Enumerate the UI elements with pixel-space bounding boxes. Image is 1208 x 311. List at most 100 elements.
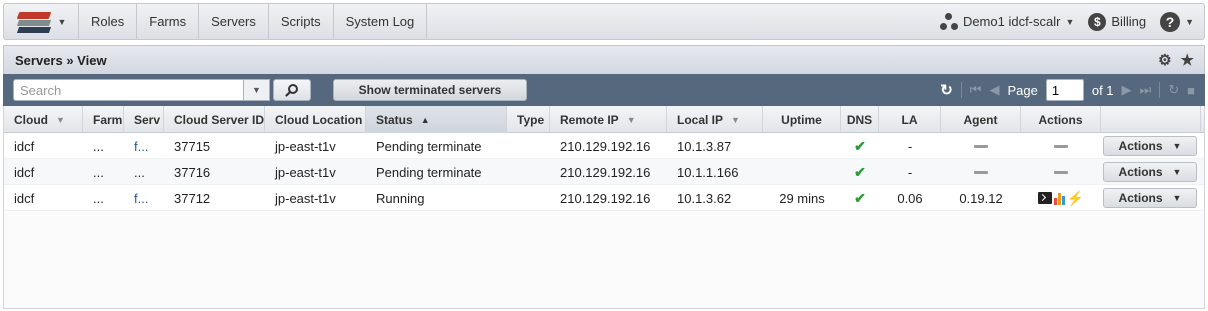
account-name: Demo1 idcf-scalr xyxy=(962,14,1061,29)
actions-button[interactable]: Actions ▼ xyxy=(1103,188,1197,208)
statistics-icon[interactable] xyxy=(1053,192,1065,205)
prev-page-icon[interactable]: ◀ xyxy=(989,82,999,98)
page-count: of 1 xyxy=(1091,82,1114,98)
search-button[interactable] xyxy=(273,79,311,101)
column-header-status[interactable]: Status ▲ xyxy=(366,106,507,133)
column-label: Status xyxy=(376,112,413,127)
cell-farm: ... xyxy=(93,138,104,154)
chevron-down-icon: ▼ xyxy=(1172,193,1182,203)
column-header-uptime[interactable]: Uptime xyxy=(763,106,841,133)
show-terminated-servers-button[interactable]: Show terminated servers xyxy=(333,79,527,101)
stop-icon[interactable]: ■ xyxy=(1187,83,1195,98)
cell-agent: 0.19.12 xyxy=(959,190,1003,206)
terminal-icon[interactable] xyxy=(1037,192,1052,204)
table-row[interactable]: idcf ... f... 37715 jp-east-t1v Pending … xyxy=(4,133,1204,159)
column-header-cloud[interactable]: Cloud ▼ xyxy=(4,106,83,133)
search-input[interactable] xyxy=(13,79,243,101)
main-menu-button[interactable]: ▼ xyxy=(4,4,79,39)
billing-link[interactable]: $ Billing xyxy=(1088,12,1147,31)
actions-button[interactable]: Actions ▼ xyxy=(1103,136,1197,156)
column-header-agent[interactable]: Agent xyxy=(941,106,1021,133)
table-row[interactable]: idcf ... ... 37716 jp-east-t1v Pending t… xyxy=(4,159,1204,185)
nav-item-farms[interactable]: Farms xyxy=(137,4,200,39)
page-number-input[interactable] xyxy=(1045,79,1084,101)
cell-cloud-location: jp-east-t1v xyxy=(275,164,336,180)
column-header-cloud-server-id[interactable]: Cloud Server ID xyxy=(164,106,265,133)
nav-item-system-log[interactable]: System Log xyxy=(334,4,428,39)
first-page-icon[interactable]: ⏮ xyxy=(970,82,982,98)
top-nav-bar: ▼ Roles Farms Servers Scripts System Log… xyxy=(3,3,1205,40)
column-header-type[interactable]: Type xyxy=(507,106,550,133)
cell-status: Pending terminate xyxy=(376,164,482,180)
cell-server[interactable]: f... xyxy=(124,185,164,211)
search-options-dropdown[interactable]: ▼ xyxy=(243,79,270,101)
cell-type xyxy=(507,185,550,211)
actions-button[interactable]: Actions ▼ xyxy=(1103,162,1197,182)
next-page-icon[interactable]: ▶ xyxy=(1122,82,1132,98)
nav-item-servers[interactable]: Servers xyxy=(199,4,269,39)
column-label: Cloud xyxy=(14,112,48,127)
cell-local-ip: 10.1.3.62 xyxy=(677,190,732,206)
gear-icon[interactable]: ⚙ xyxy=(1158,51,1171,69)
column-label: Local IP xyxy=(677,112,724,127)
cell-type xyxy=(507,133,550,159)
cell-actions: ⚡ xyxy=(1021,185,1101,211)
help-menu[interactable]: ? ▼ xyxy=(1160,11,1194,32)
cell-cloud-server-id: 37712 xyxy=(174,190,211,206)
nav-item-roles[interactable]: Roles xyxy=(79,4,138,39)
cell-farm: ... xyxy=(93,164,104,180)
cell-actions-menu: Actions ▼ xyxy=(1101,185,1201,211)
cell-actions-menu: Actions ▼ xyxy=(1101,159,1201,185)
actions-label: Actions xyxy=(1118,191,1163,205)
last-page-icon[interactable]: ⏭ xyxy=(1140,82,1152,98)
cell-cloud: idcf xyxy=(14,164,35,180)
page-title: Servers » View xyxy=(15,52,107,68)
column-header-actions[interactable]: Actions xyxy=(1021,106,1101,133)
grid-toolbar: ▼ Show terminated servers ↻ ⏮ ◀ Page of … xyxy=(3,74,1205,106)
dollar-icon: $ xyxy=(1088,12,1107,31)
cell-uptime: 29 mins xyxy=(779,190,825,206)
cell-la: - xyxy=(907,164,913,180)
column-header-remote-ip[interactable]: Remote IP ▼ xyxy=(550,106,667,133)
nav-item-scripts[interactable]: Scripts xyxy=(269,4,334,39)
cell-actions xyxy=(1021,133,1101,159)
account-menu[interactable]: Demo1 idcf-scalr ▼ xyxy=(939,12,1074,31)
separator xyxy=(960,82,962,98)
cell-server[interactable]: f... xyxy=(124,133,164,159)
scalr-logo-icon xyxy=(16,10,52,34)
column-header-cloud-location[interactable]: Cloud Location xyxy=(265,106,366,133)
search-icon xyxy=(285,84,298,97)
chevron-down-icon: ▼ xyxy=(57,16,67,27)
star-icon[interactable]: ★ xyxy=(1181,51,1194,69)
column-header-dns[interactable]: DNS xyxy=(841,106,879,133)
cell-status: Pending terminate xyxy=(376,138,482,154)
cell-server: ... xyxy=(134,164,145,180)
chevron-down-icon: ▼ xyxy=(731,114,740,125)
cell-actions-menu: Actions ▼ xyxy=(1101,133,1201,159)
auto-refresh-icon[interactable]: ↻ xyxy=(1168,82,1179,98)
column-header-la[interactable]: LA xyxy=(879,106,941,133)
actions-label: Actions xyxy=(1118,139,1163,153)
cell-la: 0.06 xyxy=(897,190,923,206)
chevron-down-icon: ▼ xyxy=(252,85,261,95)
cell-uptime xyxy=(763,133,841,159)
table-row[interactable]: idcf ... f... 37712 jp-east-t1v Running … xyxy=(4,185,1204,211)
cell-local-ip: 10.1.3.87 xyxy=(677,138,732,154)
page-label: Page xyxy=(1007,82,1038,98)
empty-value-icon xyxy=(974,144,988,148)
actions-label: Actions xyxy=(1118,165,1163,179)
chevron-down-icon: ▼ xyxy=(626,114,636,125)
sort-ascending-icon: ▲ xyxy=(420,114,430,125)
cell-cloud-location: jp-east-t1v xyxy=(275,190,336,206)
pagination: ↻ ⏮ ◀ Page of 1 ▶ ⏭ ↻ ■ xyxy=(940,79,1205,101)
lightning-icon[interactable]: ⚡ xyxy=(1067,190,1084,207)
refresh-icon[interactable]: ↻ xyxy=(940,81,953,99)
billing-label: Billing xyxy=(1111,14,1147,29)
check-icon: ✔ xyxy=(854,189,866,206)
column-header-local-ip[interactable]: Local IP ▼ xyxy=(667,106,763,133)
column-header-server[interactable]: Serv xyxy=(124,106,164,133)
cell-remote-ip: 210.129.192.16 xyxy=(560,164,651,180)
cell-farm: ... xyxy=(93,190,104,206)
column-header-farm[interactable]: Farm xyxy=(83,106,124,133)
chevron-down-icon: ▼ xyxy=(56,114,65,125)
